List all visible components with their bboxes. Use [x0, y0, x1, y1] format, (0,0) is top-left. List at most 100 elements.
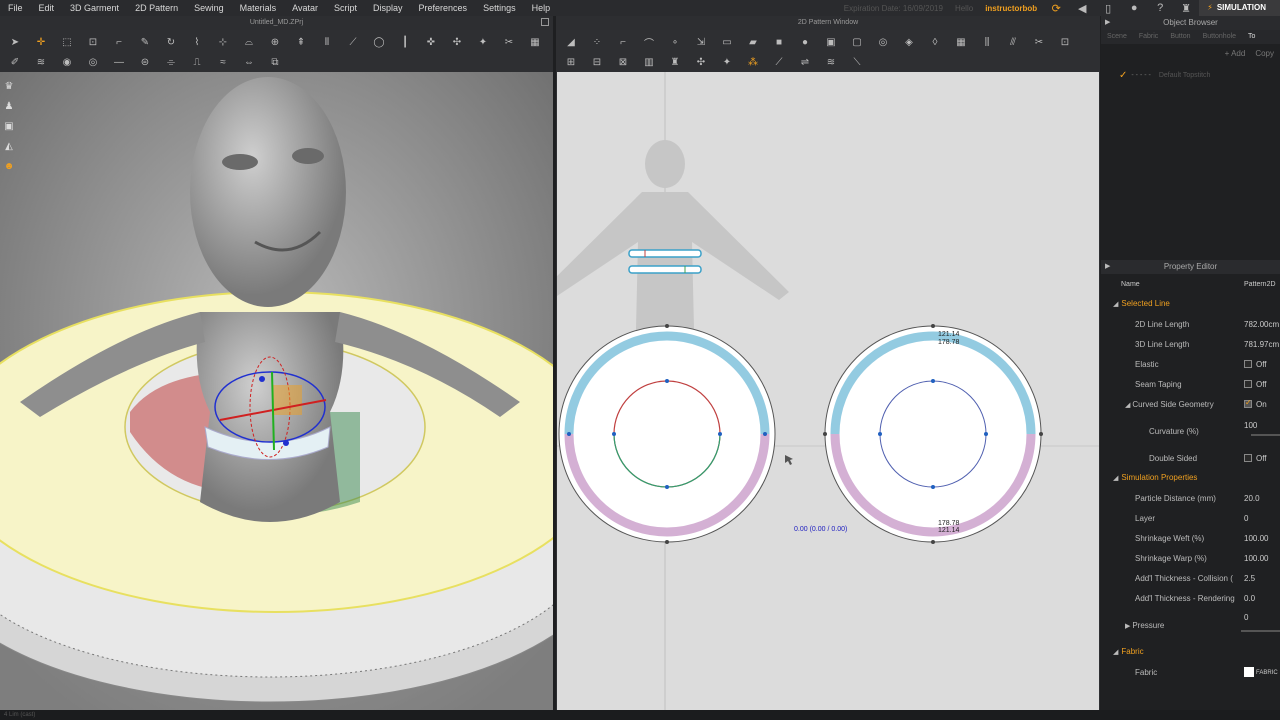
- shirt-icon[interactable]: ♜: [1173, 0, 1199, 16]
- user-icon[interactable]: ●: [1121, 0, 1147, 16]
- 2d-dart-icon[interactable]: ◈: [896, 32, 922, 52]
- select-icon[interactable]: ➤: [2, 32, 28, 52]
- arrange-icon[interactable]: ⇞: [288, 32, 314, 52]
- 2d-tool-24[interactable]: ▥: [636, 52, 662, 72]
- 2d-fold-icon[interactable]: ▦: [948, 32, 974, 52]
- menu-avatar[interactable]: Avatar: [284, 0, 326, 16]
- garment-view-icon[interactable]: ♛: [0, 76, 18, 96]
- section-fabric[interactable]: ◢ Fabric: [1101, 642, 1280, 662]
- menu-file[interactable]: File: [0, 0, 31, 16]
- 2d-add-point-icon[interactable]: ∘: [662, 32, 688, 52]
- zipper-icon[interactable]: ⊜: [132, 52, 158, 72]
- 2d-point-icon[interactable]: ⁘: [584, 32, 610, 52]
- pin-icon[interactable]: ⊹: [210, 32, 236, 52]
- stitch-icon[interactable]: ≋: [28, 52, 54, 72]
- menu-script[interactable]: Script: [326, 0, 365, 16]
- dock-arrow-icon-2[interactable]: ▶: [1105, 260, 1110, 274]
- pressure-slider[interactable]: [1241, 630, 1280, 632]
- 2d-diamond-icon[interactable]: ◊: [922, 32, 948, 52]
- 2d-tool-27[interactable]: ✦: [714, 52, 740, 72]
- trim-icon[interactable]: ⎍: [184, 52, 210, 72]
- tab-scene[interactable]: Scene: [1101, 30, 1133, 44]
- fabric-select[interactable]: FABRIC: [1244, 667, 1280, 677]
- 2d-tool-20[interactable]: ⊡: [1052, 32, 1078, 52]
- menu-edit[interactable]: Edit: [31, 0, 63, 16]
- 2d-edit-curve-icon[interactable]: ⌐: [610, 32, 636, 52]
- edit-icon[interactable]: ⌐: [106, 32, 132, 52]
- sew-icon[interactable]: ✦: [470, 32, 496, 52]
- texture-icon[interactable]: ▦: [522, 32, 548, 52]
- rotate-icon[interactable]: ↻: [158, 32, 184, 52]
- section-simulation-properties[interactable]: ◢ Simulation Properties: [1101, 468, 1280, 488]
- gizmo-handle[interactable]: [259, 376, 265, 382]
- transform-pattern-icon[interactable]: ⊡: [80, 32, 106, 52]
- 2d-rectangle-icon[interactable]: ■: [766, 32, 792, 52]
- line-icon[interactable]: —: [106, 52, 132, 72]
- menu-display[interactable]: Display: [365, 0, 411, 16]
- menu-3d-garment[interactable]: 3D Garment: [62, 0, 127, 16]
- 2d-tool-30[interactable]: ⇌: [792, 52, 818, 72]
- list-item-default-topstitch[interactable]: ✓ - - - - - Default Topstitch: [1101, 66, 1280, 84]
- 2d-curve-point-icon[interactable]: ⌒: [636, 32, 662, 52]
- particle-distance-value[interactable]: 20.0: [1244, 494, 1280, 503]
- 2d-tool-28[interactable]: ⁂: [740, 52, 766, 72]
- fitting-icon[interactable]: ⫴: [314, 32, 340, 52]
- 2d-tool-31[interactable]: ≋: [818, 52, 844, 72]
- user-name[interactable]: instructorbob: [979, 4, 1043, 13]
- cloth-icon[interactable]: ⌓: [236, 32, 262, 52]
- avatar-head[interactable]: [190, 77, 346, 307]
- 2d-tool-22[interactable]: ⊟: [584, 52, 610, 72]
- 2d-pleat-icon[interactable]: ⫼: [974, 32, 1000, 52]
- puckering-icon[interactable]: ≈: [210, 52, 236, 72]
- fold-icon[interactable]: ⌇: [184, 32, 210, 52]
- menu-materials[interactable]: Materials: [232, 0, 285, 16]
- tack-icon[interactable]: ⊕: [262, 32, 288, 52]
- tab-button[interactable]: Button: [1164, 30, 1196, 44]
- pen-icon[interactable]: ✎: [132, 32, 158, 52]
- 2d-internal-rect-icon[interactable]: ▣: [818, 32, 844, 52]
- avatar-view-icon[interactable]: ♟: [0, 96, 18, 116]
- waistband-strip-2[interactable]: [628, 265, 702, 274]
- 2d-tool-19[interactable]: ✂: [1026, 32, 1052, 52]
- skin-view-icon[interactable]: ☻: [0, 156, 18, 176]
- tab-fabric[interactable]: Fabric: [1133, 30, 1164, 44]
- ruler-icon[interactable]: ┃: [392, 32, 418, 52]
- phone-icon[interactable]: ▯: [1095, 0, 1121, 16]
- button-icon[interactable]: ◉: [54, 52, 80, 72]
- measure-icon[interactable]: ⟋: [340, 32, 366, 52]
- tape-icon[interactable]: ◯: [366, 32, 392, 52]
- menu-preferences[interactable]: Preferences: [411, 0, 476, 16]
- 2d-tool-25[interactable]: ♜: [662, 52, 688, 72]
- waistband-strip-1[interactable]: [628, 249, 702, 258]
- curvature-slider[interactable]: [1251, 434, 1280, 436]
- maximize-icon[interactable]: [541, 18, 549, 26]
- 2d-circle-icon[interactable]: ●: [792, 32, 818, 52]
- help-icon[interactable]: ?: [1147, 0, 1173, 16]
- copy-button[interactable]: Copy: [1255, 49, 1274, 58]
- fold-arrange-icon[interactable]: ⇔: [236, 52, 262, 72]
- menu-help[interactable]: Help: [524, 0, 559, 16]
- avatar-torso[interactable]: [196, 312, 344, 522]
- 2d-offset-icon[interactable]: ⇲: [688, 32, 714, 52]
- 2d-tool-32[interactable]: ⟍: [844, 52, 870, 72]
- curved-side-checkbox[interactable]: On: [1244, 400, 1280, 409]
- menu-sewing[interactable]: Sewing: [186, 0, 232, 16]
- add-button[interactable]: + Add: [1225, 49, 1246, 58]
- section-selected-line[interactable]: ◢ Selected Line: [1101, 294, 1280, 314]
- 2d-tool-29[interactable]: ⟋: [766, 52, 792, 72]
- cloth-view-icon[interactable]: ▣: [0, 116, 18, 136]
- elastic-checkbox[interactable]: Off: [1244, 360, 1280, 369]
- volume-icon[interactable]: ◀: [1069, 0, 1095, 16]
- 2d-tool-26[interactable]: ✣: [688, 52, 714, 72]
- flip-icon[interactable]: ✣: [444, 32, 470, 52]
- layer-value[interactable]: 0: [1244, 514, 1280, 523]
- left-ring-pattern[interactable]: [558, 324, 776, 544]
- hole-icon[interactable]: ◎: [80, 52, 106, 72]
- 2d-line-length-value[interactable]: 782.00cm: [1244, 320, 1280, 329]
- 2d-tool-21[interactable]: ⊞: [558, 52, 584, 72]
- 2d-internal-polygon-icon[interactable]: ▢: [844, 32, 870, 52]
- curvature-value[interactable]: 100: [1244, 421, 1280, 430]
- name-value[interactable]: Pattern2D: [1244, 281, 1280, 288]
- transform-icon[interactable]: ✛: [28, 32, 54, 52]
- avatar-select-icon[interactable]: ✜: [418, 32, 444, 52]
